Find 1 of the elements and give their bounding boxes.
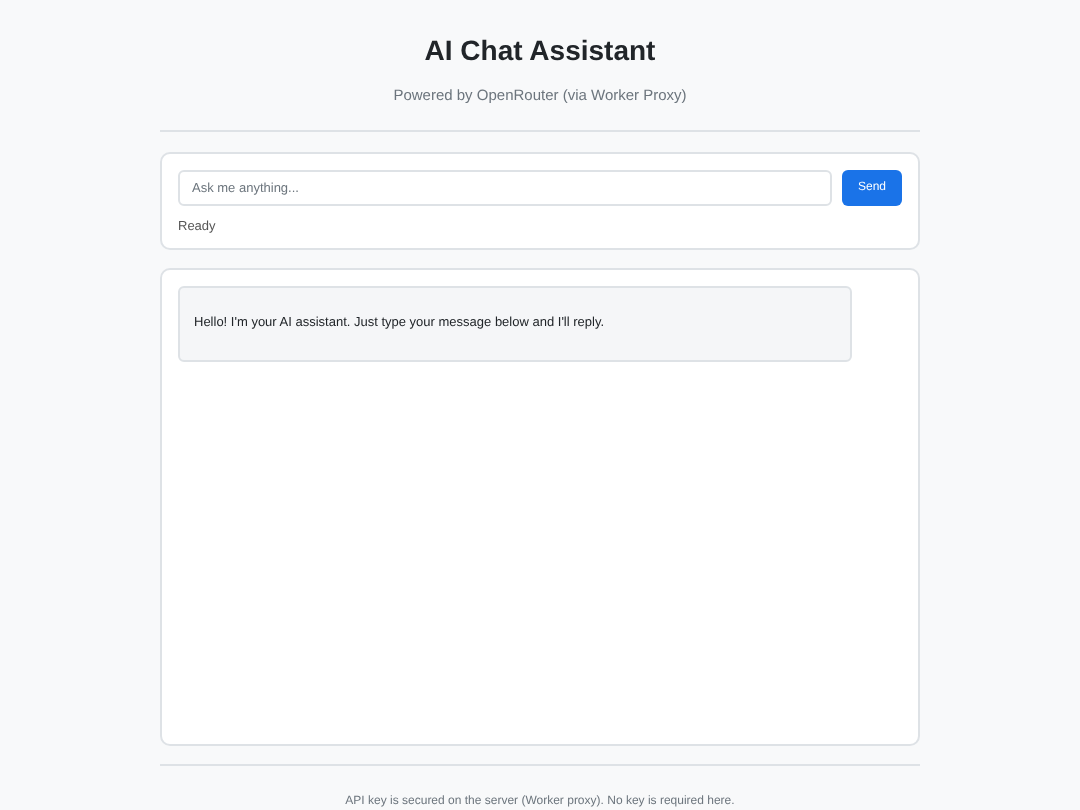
- page-title: AI Chat Assistant: [424, 32, 656, 68]
